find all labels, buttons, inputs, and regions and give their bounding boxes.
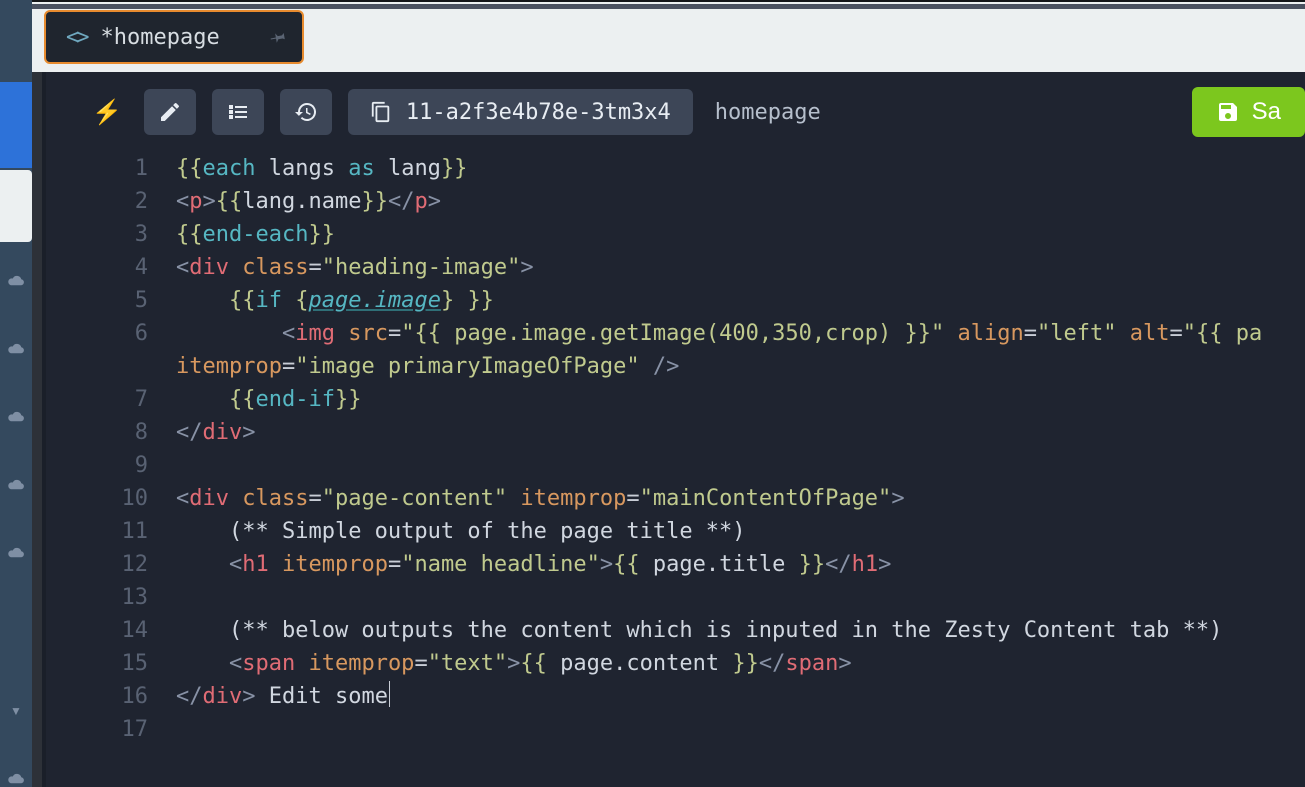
code-content bbox=[176, 449, 1305, 482]
code-line[interactable]: 11 (** Simple output of the page title *… bbox=[46, 515, 1305, 548]
code-content: (** below outputs the content which is i… bbox=[176, 614, 1305, 647]
code-content: <div class="page-content" itemprop="main… bbox=[176, 482, 1305, 515]
tab-title: *homepage bbox=[101, 25, 220, 50]
code-content: (** Simple output of the page title **) bbox=[176, 515, 1305, 548]
edit-button[interactable] bbox=[144, 89, 196, 135]
nav-rail: ▼ bbox=[0, 0, 32, 787]
code-content: <img src="{{ page.image.getImage(400,350… bbox=[176, 317, 1305, 350]
code-line[interactable]: 13 bbox=[46, 581, 1305, 614]
line-number: 8 bbox=[46, 416, 176, 449]
line-number: 14 bbox=[46, 614, 176, 647]
code-line[interactable]: 12 <h1 itemprop="name headline">{{ page.… bbox=[46, 548, 1305, 581]
code-content: <h1 itemprop="name headline">{{ page.tit… bbox=[176, 548, 1305, 581]
line-number: 11 bbox=[46, 515, 176, 548]
toolbar: ⚡ 11-a2f3e4b78e-3tm3x4 homepage Sa bbox=[46, 72, 1305, 152]
chevron-down-icon[interactable]: ▼ bbox=[10, 704, 22, 718]
code-line[interactable]: 14 (** below outputs the content which i… bbox=[46, 614, 1305, 647]
code-line[interactable]: 16</div> Edit some bbox=[46, 680, 1305, 713]
save-button[interactable]: Sa bbox=[1192, 87, 1305, 137]
line-number: 3 bbox=[46, 218, 176, 251]
copy-icon bbox=[370, 101, 392, 123]
line-number: 6 bbox=[46, 317, 176, 350]
code-icon: <> bbox=[66, 25, 87, 50]
code-content: <div class="heading-image"> bbox=[176, 251, 1305, 284]
code-line[interactable]: 9 bbox=[46, 449, 1305, 482]
code-content: {{end-each}} bbox=[176, 218, 1305, 251]
cloud-icon[interactable] bbox=[7, 274, 25, 286]
tab-strip: <> *homepage bbox=[32, 0, 1305, 72]
cloud-icon[interactable] bbox=[7, 342, 25, 354]
code-line[interactable]: 17 bbox=[46, 713, 1305, 746]
cloud-icon[interactable] bbox=[7, 410, 25, 422]
line-number: 4 bbox=[46, 251, 176, 284]
code-line[interactable]: 10<div class="page-content" itemprop="ma… bbox=[46, 482, 1305, 515]
code-content bbox=[176, 581, 1305, 614]
editor-panel: ⚡ 11-a2f3e4b78e-3tm3x4 homepage Sa 1{{ea… bbox=[42, 72, 1305, 787]
cloud-icon[interactable] bbox=[7, 772, 25, 784]
save-label: Sa bbox=[1252, 98, 1281, 126]
code-content: {{each langs as lang}} bbox=[176, 152, 1305, 185]
line-number: 2 bbox=[46, 185, 176, 218]
breadcrumb: homepage bbox=[715, 100, 821, 125]
bolt-icon[interactable]: ⚡ bbox=[86, 98, 128, 127]
code-line[interactable]: 6 <img src="{{ page.image.getImage(400,3… bbox=[46, 317, 1305, 350]
line-number: 15 bbox=[46, 647, 176, 680]
code-content: {{end-if}} bbox=[176, 383, 1305, 416]
cloud-icon[interactable] bbox=[7, 478, 25, 490]
rail-items bbox=[7, 258, 25, 558]
code-content: <span itemprop="text">{{ page.content }}… bbox=[176, 647, 1305, 680]
save-icon bbox=[1216, 100, 1240, 124]
line-number: 10 bbox=[46, 482, 176, 515]
code-content: </div> bbox=[176, 416, 1305, 449]
pin-icon[interactable] bbox=[270, 28, 288, 46]
tab-homepage[interactable]: <> *homepage bbox=[44, 10, 304, 64]
item-id: 11-a2f3e4b78e-3tm3x4 bbox=[406, 100, 671, 125]
code-line[interactable]: 5 {{if {page.image} }} bbox=[46, 284, 1305, 317]
line-number: 9 bbox=[46, 449, 176, 482]
code-line[interactable]: 15 <span itemprop="text">{{ page.content… bbox=[46, 647, 1305, 680]
line-number bbox=[46, 350, 176, 383]
code-line[interactable]: 2<p>{{lang.name}}</p> bbox=[46, 185, 1305, 218]
line-number: 17 bbox=[46, 713, 176, 746]
cloud-icon[interactable] bbox=[7, 546, 25, 558]
code-content bbox=[176, 713, 1305, 746]
code-line[interactable]: 1{{each langs as lang}} bbox=[46, 152, 1305, 185]
code-content: <p>{{lang.name}}</p> bbox=[176, 185, 1305, 218]
rail-active-indicator bbox=[0, 82, 32, 168]
line-number: 5 bbox=[46, 284, 176, 317]
code-line[interactable]: 8</div> bbox=[46, 416, 1305, 449]
code-line[interactable]: 3{{end-each}} bbox=[46, 218, 1305, 251]
code-content: </div> Edit some bbox=[176, 680, 1305, 713]
code-line[interactable]: itemprop="image primaryImageOfPage" /> bbox=[46, 350, 1305, 383]
line-number: 13 bbox=[46, 581, 176, 614]
line-number: 1 bbox=[46, 152, 176, 185]
line-number: 16 bbox=[46, 680, 176, 713]
code-line[interactable]: 7 {{end-if}} bbox=[46, 383, 1305, 416]
code-content: {{if {page.image} }} bbox=[176, 284, 1305, 317]
rail-selected-indicator bbox=[0, 170, 32, 242]
line-number: 12 bbox=[46, 548, 176, 581]
code-editor[interactable]: 1{{each langs as lang}}2<p>{{lang.name}}… bbox=[46, 152, 1305, 787]
list-button[interactable] bbox=[212, 89, 264, 135]
code-content: itemprop="image primaryImageOfPage" /> bbox=[176, 350, 1305, 383]
history-button[interactable] bbox=[280, 89, 332, 135]
code-line[interactable]: 4<div class="heading-image"> bbox=[46, 251, 1305, 284]
item-id-chip[interactable]: 11-a2f3e4b78e-3tm3x4 bbox=[348, 89, 693, 135]
line-number: 7 bbox=[46, 383, 176, 416]
